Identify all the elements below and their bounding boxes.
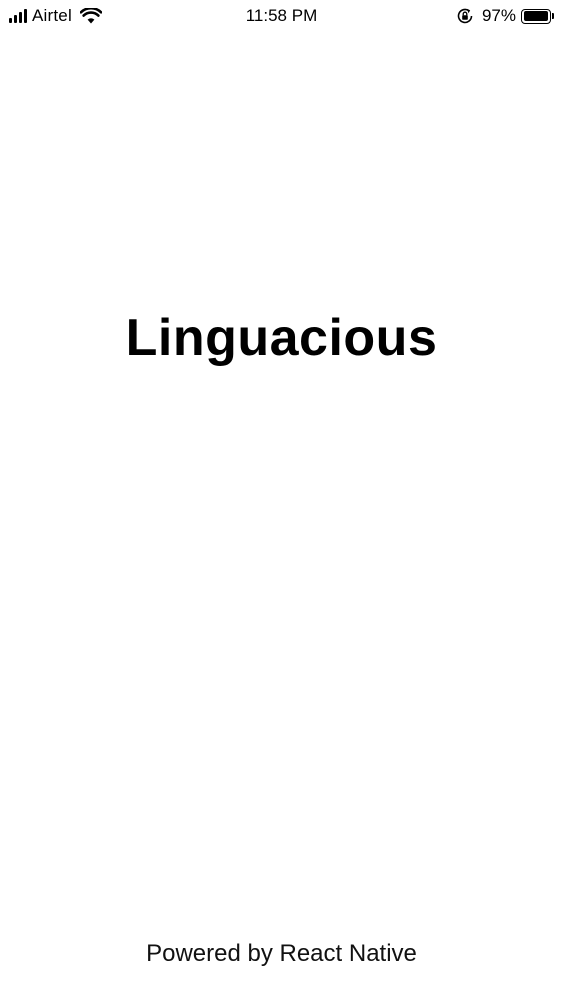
powered-by-text: Powered by React Native — [146, 940, 417, 967]
app-title: Linguacious — [125, 309, 438, 367]
status-bar: Airtel 11:58 PM 97% — [0, 0, 563, 32]
battery-percentage: 97% — [481, 6, 516, 25]
orientation-lock-icon — [457, 8, 473, 24]
status-bar-right: 97% — [456, 5, 555, 27]
battery-icon — [521, 8, 555, 25]
